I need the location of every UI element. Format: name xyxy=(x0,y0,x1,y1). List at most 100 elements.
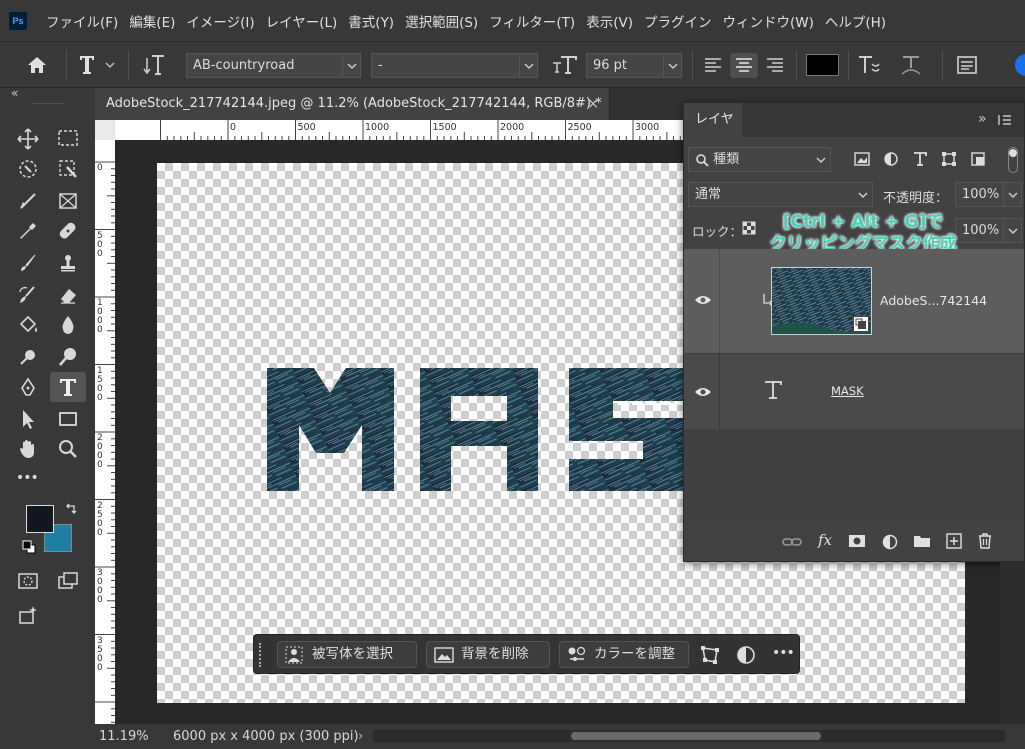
filter-kind-select[interactable]: 種類 xyxy=(688,147,831,172)
clone-stamp-tool-icon[interactable] xyxy=(52,248,84,276)
quick-select-tool-icon[interactable] xyxy=(52,154,84,182)
filter-type-icon[interactable] xyxy=(912,151,928,167)
collapse-panel-icon[interactable]: « xyxy=(11,86,18,100)
blur-tool-icon[interactable] xyxy=(52,310,84,338)
paint-bucket-tool-icon[interactable] xyxy=(12,310,44,338)
layer-row-image[interactable]: AdobeS...742144 xyxy=(684,249,1024,353)
align-center-icon[interactable] xyxy=(730,53,758,78)
separator xyxy=(796,50,797,80)
foreground-color-swatch[interactable] xyxy=(26,505,54,533)
create-adjustment-icon[interactable] xyxy=(736,645,756,665)
eye-icon[interactable] xyxy=(694,293,712,307)
eye-icon[interactable] xyxy=(694,385,712,399)
filter-smart-object-icon[interactable] xyxy=(970,151,986,167)
panel-menu-icon[interactable] xyxy=(998,113,1012,127)
menu-items: ファイル(F) 編集(E) イメージ(I) レイヤー(L) 書式(Y) 選択範囲… xyxy=(46,0,886,42)
ruler-corner[interactable] xyxy=(95,120,115,140)
vertical-ruler[interactable]: 0 500 1000 1500 2000 2500 3000 3500 xyxy=(95,140,115,724)
menu-view[interactable]: 表示(V) xyxy=(586,11,633,31)
select-subject-button[interactable]: 被写体を選択 xyxy=(277,641,417,668)
font-size-select[interactable]: 96 pt xyxy=(586,53,682,78)
align-left-icon[interactable] xyxy=(700,53,726,78)
more-options-icon[interactable]: ••• xyxy=(772,645,795,661)
menu-image[interactable]: イメージ(I) xyxy=(186,11,254,31)
object-select-tool-icon[interactable] xyxy=(12,154,44,182)
filter-adjustment-icon[interactable] xyxy=(883,151,899,167)
smart-object-badge-icon xyxy=(853,316,869,332)
generative-ai-icon[interactable] xyxy=(12,600,44,628)
close-tab-icon[interactable]: × xyxy=(587,88,599,120)
blend-mode-select[interactable]: 通常 xyxy=(688,182,873,207)
font-style-select[interactable]: - xyxy=(371,53,538,78)
filter-toggle[interactable] xyxy=(1008,147,1018,173)
chevron-down-icon xyxy=(342,54,360,77)
character-panel-icon[interactable] xyxy=(956,55,978,75)
warp-text-icon[interactable] xyxy=(857,54,883,76)
opacity-field[interactable]: 100% xyxy=(955,182,1022,207)
panel-collapse-icon[interactable]: » xyxy=(978,111,987,127)
menu-window[interactable]: ウィンドウ(W) xyxy=(722,11,813,31)
marquee-tool-icon[interactable] xyxy=(52,124,84,152)
align-right-icon[interactable] xyxy=(762,53,788,78)
transform-icon[interactable] xyxy=(699,644,721,666)
layer-row-text[interactable]: MASK xyxy=(684,353,1024,429)
document-info[interactable]: 6000 px x 4000 px (300 ppi) xyxy=(173,724,359,749)
menu-select[interactable]: 選択範囲(S) xyxy=(405,11,478,31)
menu-layer[interactable]: レイヤー(L) xyxy=(266,11,338,31)
layer-name[interactable]: AdobeS...742144 xyxy=(880,293,987,308)
orientation-toggle-icon[interactable] xyxy=(143,54,167,76)
move-tool-icon[interactable] xyxy=(12,124,44,152)
pen-tool-icon[interactable] xyxy=(12,372,44,400)
path-select-tool-icon[interactable] xyxy=(12,404,44,432)
menu-help[interactable]: ヘルプ(H) xyxy=(825,11,886,31)
hand-tool-icon[interactable] xyxy=(12,434,44,462)
quick-mask-icon[interactable] xyxy=(12,566,44,594)
filter-shape-icon[interactable] xyxy=(941,151,957,167)
horizontal-scrollbar[interactable] xyxy=(373,730,1005,742)
delete-layer-icon[interactable] xyxy=(977,533,993,549)
menu-filter[interactable]: フィルター(T) xyxy=(489,11,575,31)
screen-mode-icon[interactable] xyxy=(52,566,84,594)
type-tool-icon[interactable] xyxy=(50,372,86,402)
new-layer-icon[interactable] xyxy=(946,533,962,549)
menu-edit[interactable]: 編集(E) xyxy=(129,11,175,31)
share-button[interactable] xyxy=(1015,54,1025,76)
type-tool-preset-icon[interactable] xyxy=(78,53,118,77)
scrollbar-thumb[interactable] xyxy=(571,732,821,740)
filter-pixel-icon[interactable] xyxy=(854,151,870,167)
document-tab[interactable]: AdobeStock_217742144.jpeg @ 11.2% (Adobe… xyxy=(95,88,610,120)
swap-colors-icon[interactable] xyxy=(64,502,78,516)
text-color-swatch[interactable] xyxy=(806,54,839,76)
drag-handle-icon[interactable] xyxy=(259,643,263,667)
adjustment-layer-icon[interactable] xyxy=(881,533,899,551)
layer-mask-icon[interactable] xyxy=(848,534,866,548)
menu-file[interactable]: ファイル(F) xyxy=(46,11,118,31)
frame-tool-icon[interactable] xyxy=(52,186,84,214)
menu-type[interactable]: 書式(Y) xyxy=(348,11,394,31)
remove-background-button[interactable]: 背景を削除 xyxy=(426,641,550,668)
fx-icon[interactable]: fx xyxy=(818,531,832,549)
status-menu-arrow[interactable]: › xyxy=(358,724,363,749)
zoom-sponge-tool-icon[interactable] xyxy=(52,342,84,370)
crop-tool-icon[interactable] xyxy=(12,186,44,214)
zoom-tool-icon[interactable] xyxy=(52,434,84,462)
adjust-color-button[interactable]: カラーを調整 xyxy=(559,641,689,668)
layers-tab[interactable]: レイヤー xyxy=(684,103,742,161)
rectangle-tool-icon[interactable] xyxy=(52,404,84,432)
dodge-tool-icon[interactable] xyxy=(12,342,44,370)
eraser-tool-icon[interactable] xyxy=(52,280,84,308)
layer-name[interactable]: MASK xyxy=(831,384,864,398)
zoom-level[interactable]: 11.19% xyxy=(99,724,149,749)
brush-tool-icon[interactable] xyxy=(12,248,44,276)
eyedropper-tool-icon[interactable] xyxy=(12,216,44,244)
history-brush-tool-icon[interactable] xyxy=(12,280,44,308)
default-colors-icon[interactable] xyxy=(22,540,36,554)
home-icon[interactable] xyxy=(26,55,48,75)
healing-brush-tool-icon[interactable] xyxy=(52,216,84,244)
menu-plugins[interactable]: プラグイン xyxy=(644,11,712,31)
font-family-select[interactable]: AB-countryroad xyxy=(186,53,361,78)
new-group-icon[interactable] xyxy=(913,534,931,548)
more-tools-icon[interactable]: ••• xyxy=(16,470,39,486)
3d-text-icon[interactable] xyxy=(898,54,924,76)
link-layers-icon[interactable] xyxy=(782,535,802,549)
